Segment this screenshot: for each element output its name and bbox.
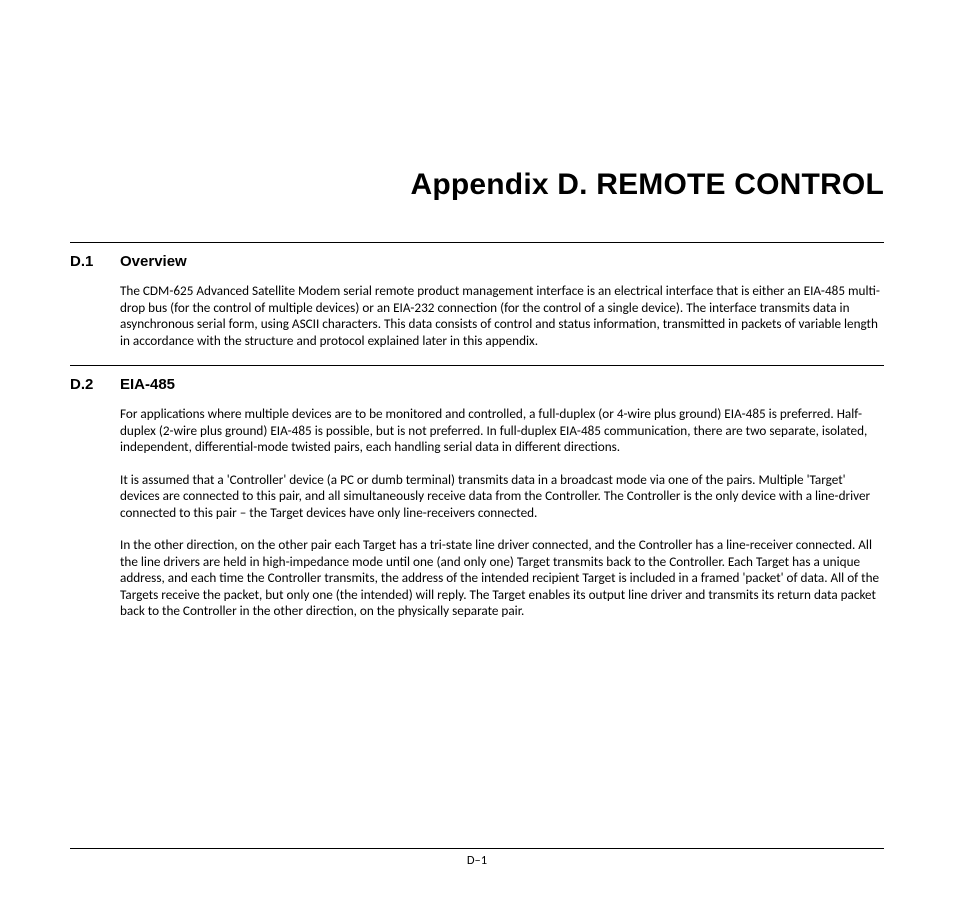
page-number: D–1	[70, 853, 884, 868]
page-footer: D–1	[70, 848, 884, 868]
section-heading-eia-485: D.2 EIA-485	[70, 376, 884, 393]
appendix-title: Appendix D. REMOTE CONTROL	[70, 168, 884, 202]
paragraph: In the other direction, on the other pai…	[120, 537, 884, 620]
section-number: D.2	[70, 376, 120, 393]
section-divider	[70, 242, 884, 243]
section-divider	[70, 365, 884, 366]
paragraph: For applications where multiple devices …	[120, 406, 884, 456]
section-heading-overview: D.1 Overview	[70, 253, 884, 270]
paragraph: It is assumed that a 'Controller' device…	[120, 472, 884, 522]
section-title: EIA-485	[120, 376, 884, 393]
section-number: D.1	[70, 253, 120, 270]
paragraph: The CDM-625 Advanced Satellite Modem ser…	[120, 283, 884, 349]
page: Appendix D. REMOTE CONTROL D.1 Overview …	[0, 168, 954, 906]
section-title: Overview	[120, 253, 884, 270]
footer-divider	[70, 848, 884, 849]
